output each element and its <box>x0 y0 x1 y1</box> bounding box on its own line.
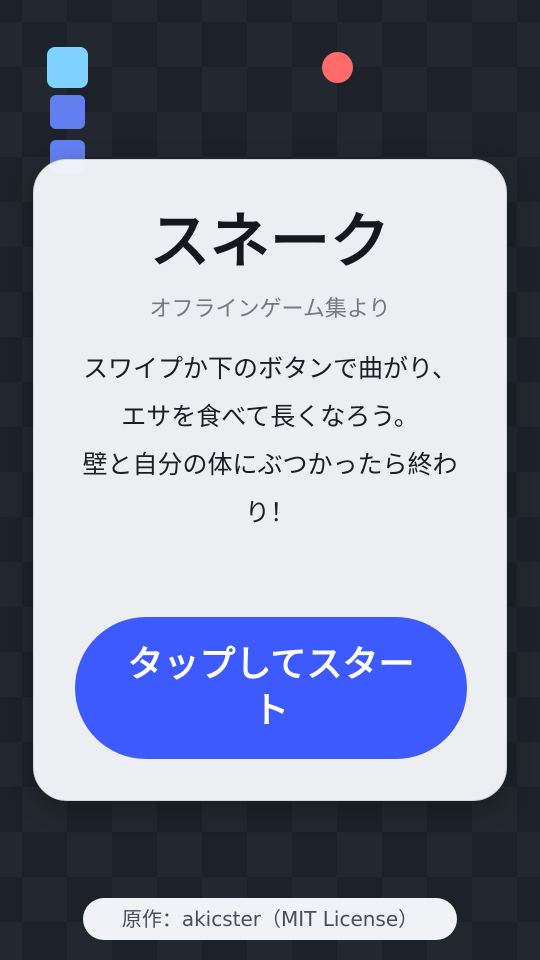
game-board[interactable]: スネーク オフラインゲーム集より スワイプか下のボタンで曲がり、 エサを食べて長… <box>0 0 540 960</box>
snake-head <box>47 47 88 88</box>
start-button-label: タップしてスタート <box>127 644 415 731</box>
start-button[interactable]: タップしてスタート <box>75 617 467 759</box>
snake-body-segment <box>50 95 85 129</box>
food-dot <box>322 52 353 83</box>
game-subtitle: オフラインゲーム集より <box>149 297 391 322</box>
game-instructions: スワイプか下のボタンで曲がり、 エサを食べて長くなろう。 壁と自分の体にぶつかっ… <box>82 354 458 527</box>
game-title: スネーク <box>150 207 390 277</box>
credit-badge: 原作：akicster（MIT License） <box>83 898 457 940</box>
start-overlay-card: スネーク オフラインゲーム集より スワイプか下のボタンで曲がり、 エサを食べて長… <box>33 159 507 801</box>
